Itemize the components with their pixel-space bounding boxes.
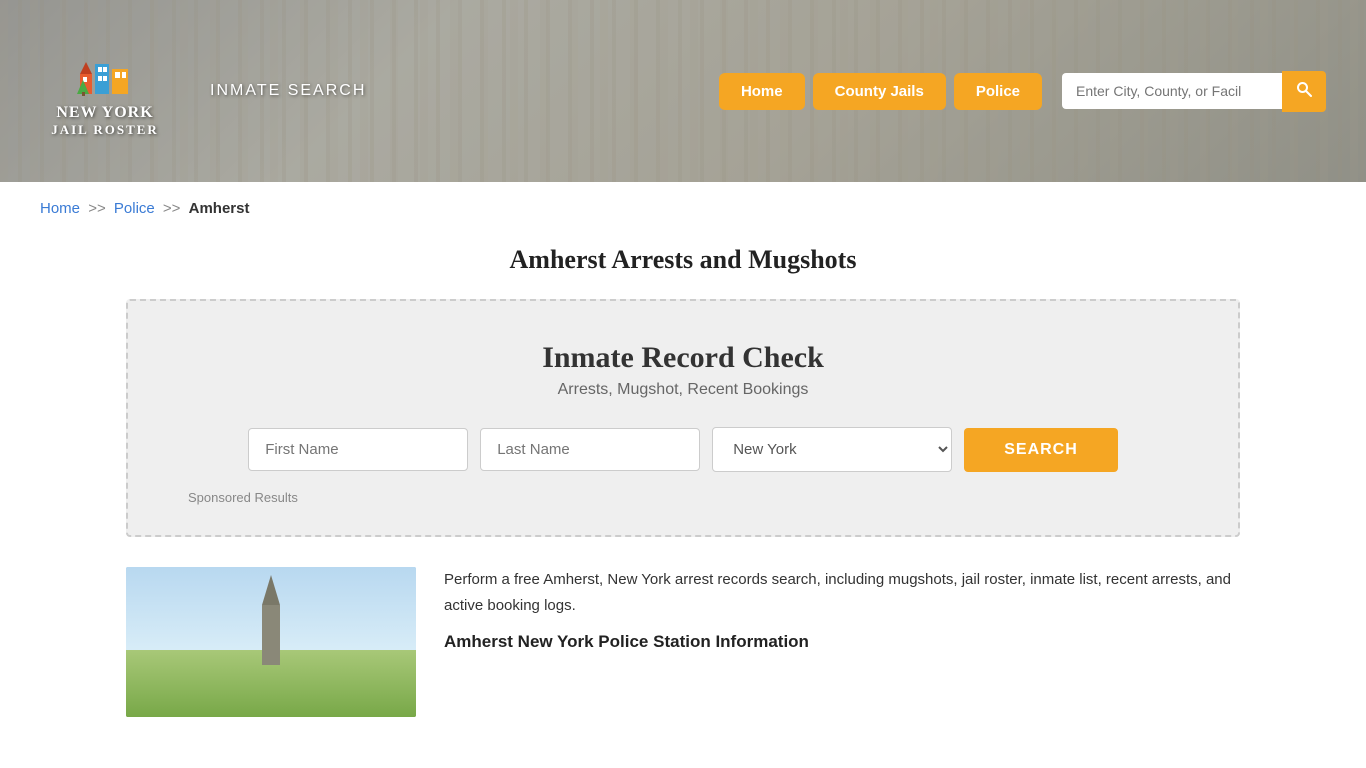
header-nav: Home County Jails Police bbox=[719, 71, 1326, 112]
breadcrumb-police-link[interactable]: Police bbox=[114, 200, 155, 217]
nav-county-jails-button[interactable]: County Jails bbox=[813, 73, 946, 110]
breadcrumb-sep1: >> bbox=[88, 200, 106, 217]
description-paragraph: Perform a free Amherst, New York arrest … bbox=[444, 567, 1240, 618]
last-name-input[interactable] bbox=[480, 428, 700, 471]
search-icon bbox=[1296, 81, 1312, 97]
record-check-title: Inmate Record Check bbox=[188, 341, 1178, 375]
church-steeple bbox=[262, 575, 280, 605]
church-building bbox=[262, 605, 280, 665]
site-header: NEW YORK JAIL ROSTER INMATE SEARCH Home … bbox=[0, 0, 1366, 182]
header-search-button[interactable] bbox=[1282, 71, 1326, 112]
state-select[interactable]: AlabamaAlaskaArizonaArkansasCaliforniaCo… bbox=[712, 427, 952, 472]
header-search-bar bbox=[1062, 71, 1326, 112]
search-button[interactable]: SEARCH bbox=[964, 428, 1118, 472]
header-search-input[interactable] bbox=[1062, 73, 1282, 109]
record-check-form: AlabamaAlaskaArizonaArkansasCaliforniaCo… bbox=[188, 427, 1178, 472]
nav-home-button[interactable]: Home bbox=[719, 73, 805, 110]
breadcrumb-sep2: >> bbox=[163, 200, 181, 217]
page-title: Amherst Arrests and Mugshots bbox=[0, 245, 1366, 275]
city-image bbox=[126, 567, 416, 717]
nav-police-button[interactable]: Police bbox=[954, 73, 1042, 110]
header-content: NEW YORK JAIL ROSTER INMATE SEARCH Home … bbox=[0, 0, 1366, 182]
logo-icon bbox=[75, 44, 135, 99]
description-area: Perform a free Amherst, New York arrest … bbox=[444, 567, 1240, 652]
bottom-section: Perform a free Amherst, New York arrest … bbox=[0, 567, 1366, 717]
breadcrumb-current: Amherst bbox=[189, 200, 250, 217]
breadcrumb: Home >> Police >> Amherst bbox=[0, 182, 1366, 235]
sponsored-label: Sponsored Results bbox=[188, 490, 1178, 505]
record-check-box: Inmate Record Check Arrests, Mugshot, Re… bbox=[126, 299, 1240, 537]
section-subheading: Amherst New York Police Station Informat… bbox=[444, 632, 1240, 652]
logo-text: NEW YORK JAIL ROSTER bbox=[51, 103, 159, 138]
breadcrumb-home-link[interactable]: Home bbox=[40, 200, 80, 217]
inmate-search-label: INMATE SEARCH bbox=[210, 82, 366, 100]
logo-area[interactable]: NEW YORK JAIL ROSTER bbox=[40, 44, 170, 138]
first-name-input[interactable] bbox=[248, 428, 468, 471]
record-check-subtitle: Arrests, Mugshot, Recent Bookings bbox=[188, 381, 1178, 399]
